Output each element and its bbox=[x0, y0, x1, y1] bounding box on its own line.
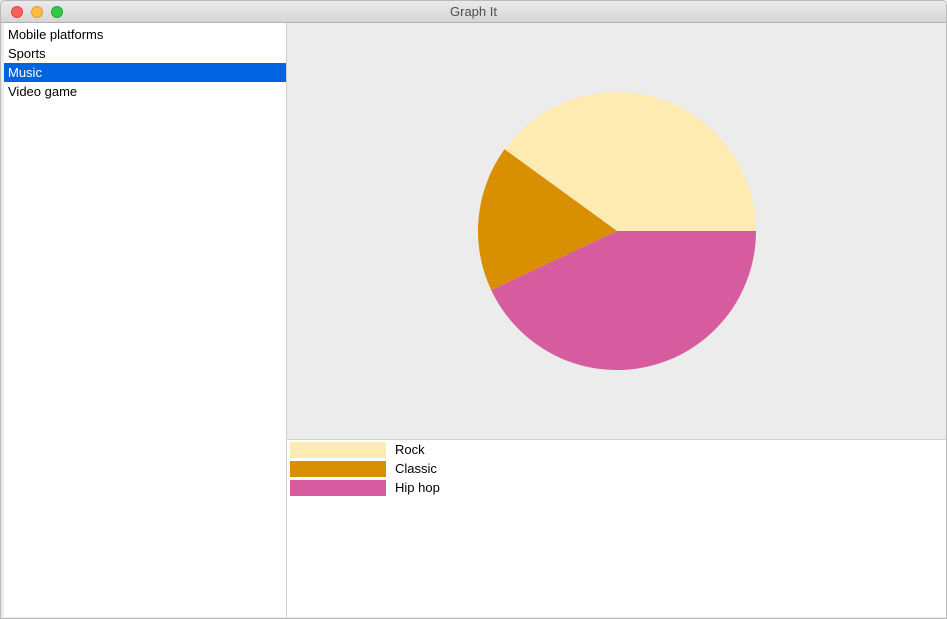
chart-area bbox=[287, 23, 946, 440]
window-title: Graph It bbox=[450, 4, 497, 19]
legend-label-rock: Rock bbox=[395, 442, 425, 457]
chart-legend: Rock Classic Hip hop bbox=[287, 440, 946, 617]
sidebar-item-music[interactable]: Music bbox=[4, 63, 286, 82]
legend-swatch-hip-hop bbox=[290, 480, 386, 496]
legend-swatch-rock bbox=[290, 442, 386, 458]
category-list[interactable]: Mobile platforms Sports Music Video game bbox=[4, 23, 287, 617]
legend-label-classic: Classic bbox=[395, 461, 437, 476]
sidebar-item-mobile-platforms[interactable]: Mobile platforms bbox=[4, 25, 286, 44]
sidebar-item-video-game[interactable]: Video game bbox=[4, 82, 286, 101]
title-bar[interactable]: Graph It bbox=[1, 1, 946, 23]
legend-label-hip-hop: Hip hop bbox=[395, 480, 440, 495]
sidebar-item-sports[interactable]: Sports bbox=[4, 44, 286, 63]
legend-swatch-classic bbox=[290, 461, 386, 477]
pie-chart bbox=[478, 92, 756, 371]
app-window: Graph It Mobile platforms Sports Music V… bbox=[0, 0, 947, 619]
